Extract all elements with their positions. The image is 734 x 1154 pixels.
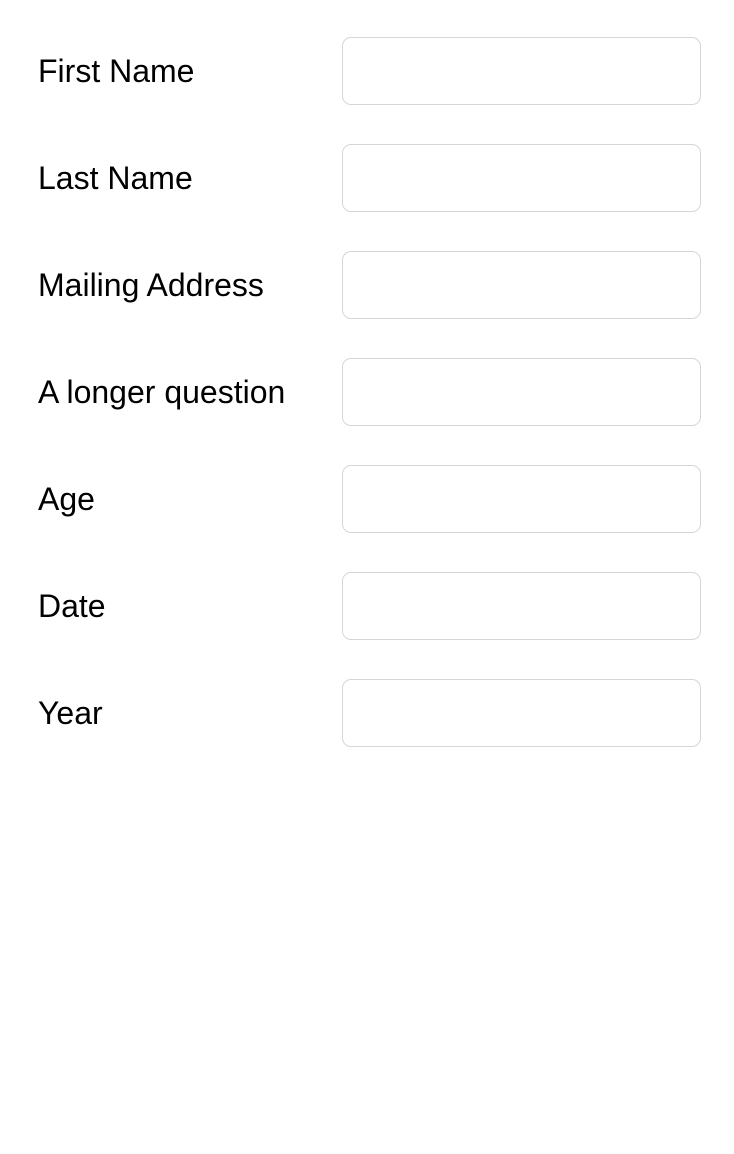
form-row-age: Age xyxy=(0,465,734,533)
first-name-field[interactable] xyxy=(342,37,701,105)
mailing-address-label: Mailing Address xyxy=(38,267,264,303)
year-label: Year xyxy=(38,695,103,731)
last-name-field[interactable] xyxy=(342,144,701,212)
date-label: Date xyxy=(38,588,106,624)
date-field[interactable] xyxy=(342,572,701,640)
first-name-label: First Name xyxy=(38,53,195,89)
form-row-last-name: Last Name xyxy=(0,144,734,212)
longer-question-label: A longer question xyxy=(38,374,286,410)
age-label: Age xyxy=(38,481,95,517)
year-field[interactable] xyxy=(342,679,701,747)
form: First Name Last Name Mailing Address A l… xyxy=(0,37,734,786)
longer-question-field[interactable] xyxy=(342,358,701,426)
last-name-label: Last Name xyxy=(38,160,193,196)
form-row-date: Date xyxy=(0,572,734,640)
mailing-address-field[interactable] xyxy=(342,251,701,319)
form-row-year: Year xyxy=(0,679,734,747)
form-row-longer-question: A longer question xyxy=(0,358,734,426)
age-field[interactable] xyxy=(342,465,701,533)
form-row-mailing-address: Mailing Address xyxy=(0,251,734,319)
form-row-first-name: First Name xyxy=(0,37,734,105)
